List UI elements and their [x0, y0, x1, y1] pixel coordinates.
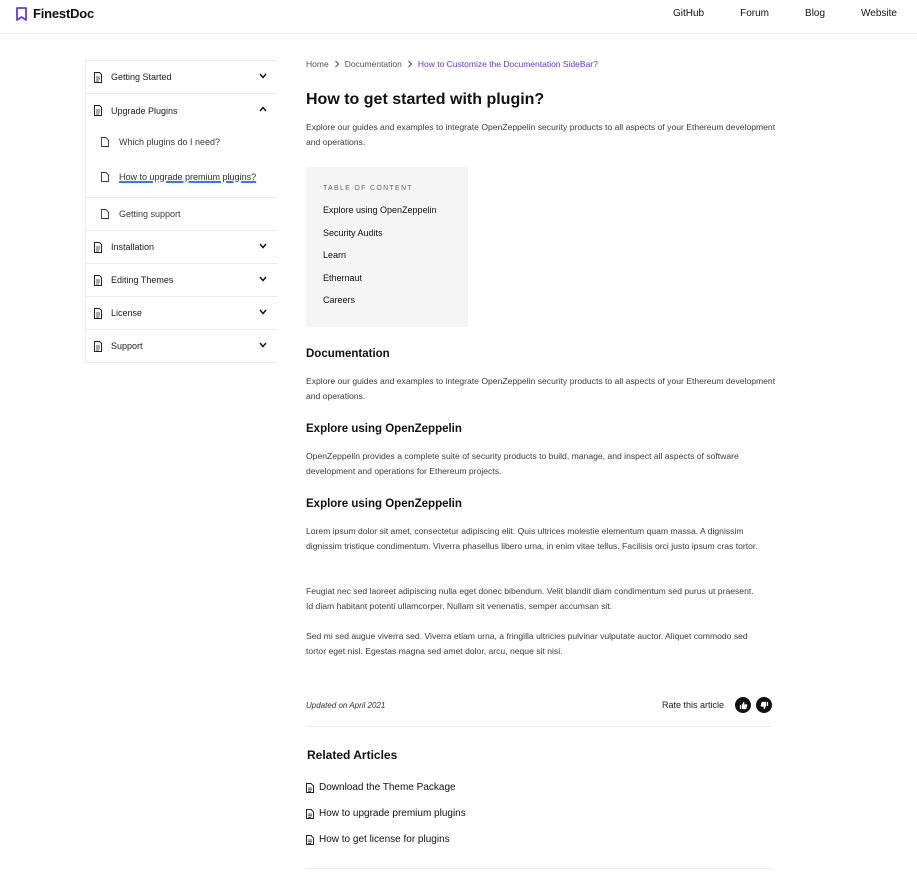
chevron-down-icon[interactable]: [259, 243, 267, 249]
sidebar-item-support[interactable]: Support: [86, 330, 277, 363]
toc-item[interactable]: Careers: [323, 295, 468, 318]
toc-item[interactable]: Learn: [323, 250, 468, 273]
thumbs-up-icon: [739, 701, 747, 709]
sidebar-item-label: Editing Themes: [111, 275, 174, 285]
toc-title: TABLE OF CONTENT: [323, 185, 413, 192]
breadcrumb-documentation-link[interactable]: Documentation: [345, 59, 402, 69]
section-paragraph: OpenZeppelin provides a complete suite o…: [306, 451, 739, 476]
sidebar-subitems: Which plugins do I need? How to upgrade …: [86, 127, 277, 231]
sidebar-subitem-label: Which plugins do I need?: [119, 137, 221, 147]
section-heading: Explore using OpenZeppelin: [306, 498, 462, 510]
toc-item[interactable]: Explore using OpenZeppelin: [323, 205, 468, 228]
nav-website-link[interactable]: Website: [861, 8, 897, 19]
document-icon: [94, 241, 102, 253]
sidebar-item-label: Getting Started: [111, 72, 172, 82]
sidebar-item-getting-started[interactable]: Getting Started: [86, 61, 277, 94]
sidebar-subitem-which-plugins[interactable]: Which plugins do I need?: [86, 127, 277, 157]
related-article-link[interactable]: Download the Theme Package: [306, 782, 456, 793]
article-intro: Explore our guides and examples to integ…: [306, 122, 776, 147]
chevron-right-icon: [407, 60, 413, 68]
sidebar-item-license[interactable]: License: [86, 297, 277, 330]
related-article-link[interactable]: How to get license for plugins: [306, 834, 450, 845]
related-article-label: How to upgrade premium plugins: [319, 808, 466, 819]
breadcrumb: Home Documentation How to Customize the …: [306, 59, 598, 69]
divider: [306, 868, 772, 869]
sidebar-item-label: Installation: [111, 242, 155, 252]
sidebar-item-upgrade-plugins[interactable]: Upgrade Plugins: [86, 94, 277, 127]
related-article-label: Download the Theme Package: [319, 782, 456, 793]
nav-blog-link[interactable]: Blog: [805, 8, 825, 19]
sidebar-item-label: License: [111, 308, 143, 318]
document-icon: [94, 105, 102, 116]
docs-sidebar: Getting Started Upgrade Plugins Which pl…: [85, 60, 277, 363]
bookmark-icon: [16, 6, 27, 21]
thumbs-down-icon: [760, 701, 768, 709]
breadcrumb-current[interactable]: How to Customize the Documentation SideB…: [418, 59, 598, 69]
updated-date: Updated on April 2021: [306, 701, 386, 710]
related-articles-title: Related Articles: [307, 748, 398, 762]
thumbs-up-button[interactable]: [735, 697, 751, 713]
file-icon: [101, 209, 109, 219]
rate-label: Rate this article: [661, 700, 724, 710]
sidebar-item-label: Support: [111, 341, 143, 351]
section-heading: Explore using OpenZeppelin: [306, 423, 462, 435]
sidebar-subitem-getting-support[interactable]: Getting support: [86, 197, 277, 230]
article-footer: Updated on April 2021 Rate this article: [306, 697, 772, 727]
sidebar-subitem-label: How to upgrade premium plugins?: [119, 172, 257, 182]
table-of-contents: TABLE OF CONTENT Explore using OpenZeppe…: [306, 167, 468, 327]
section-paragraph: Explore our guides and examples to integ…: [306, 376, 776, 401]
document-icon: [306, 834, 314, 845]
document-icon: [306, 782, 314, 793]
breadcrumb-home-link[interactable]: Home: [306, 59, 329, 69]
related-article-label: How to get license for plugins: [319, 834, 450, 845]
related-article-link[interactable]: How to upgrade premium plugins: [306, 808, 466, 819]
sidebar-item-installation[interactable]: Installation: [86, 231, 277, 264]
brand-name: FinestDoc: [33, 6, 95, 21]
section-paragraph: Lorem ipsum dolor sit amet, consectetur …: [306, 526, 758, 551]
file-icon: [101, 137, 109, 147]
document-icon: [306, 808, 314, 819]
rating-widget: Rate this article: [662, 697, 772, 713]
chevron-right-icon: [334, 60, 339, 68]
thumbs-down-button[interactable]: [756, 697, 772, 713]
chevron-down-icon[interactable]: [259, 309, 267, 315]
sidebar-subitem-upgrade-premium[interactable]: How to upgrade premium plugins?: [86, 157, 277, 197]
page-title: How to get started with plugin?: [306, 91, 545, 108]
sidebar-subitem-label: Getting support: [119, 209, 181, 219]
sidebar-item-label: Upgrade Plugins: [111, 105, 178, 116]
nav-github-link[interactable]: GitHub: [673, 8, 704, 19]
chevron-down-icon[interactable]: [259, 276, 267, 282]
brand-logo[interactable]: FinestDoc: [16, 6, 94, 21]
document-icon: [94, 340, 102, 352]
document-icon: [94, 274, 102, 286]
top-nav: GitHub Forum Blog Website: [637, 8, 897, 19]
toc-item[interactable]: Security Audits: [323, 228, 468, 251]
section-heading: Documentation: [306, 348, 390, 360]
document-icon: [94, 71, 102, 83]
section-paragraph: Sed mi sed augue viverra sed. Viverra et…: [306, 631, 748, 656]
nav-forum-link[interactable]: Forum: [740, 8, 769, 19]
sidebar-item-editing-themes[interactable]: Editing Themes: [86, 264, 277, 297]
top-navbar: FinestDoc GitHub Forum Blog Website: [0, 0, 917, 34]
section-paragraph: Feugiat nec sed laoreet adipiscing nulla…: [306, 586, 754, 611]
chevron-down-icon[interactable]: [259, 73, 267, 79]
toc-item[interactable]: Ethernaut: [323, 273, 468, 296]
chevron-down-icon[interactable]: [259, 342, 267, 348]
chevron-up-icon[interactable]: [259, 106, 267, 112]
document-icon: [94, 307, 102, 319]
file-icon: [101, 172, 109, 182]
